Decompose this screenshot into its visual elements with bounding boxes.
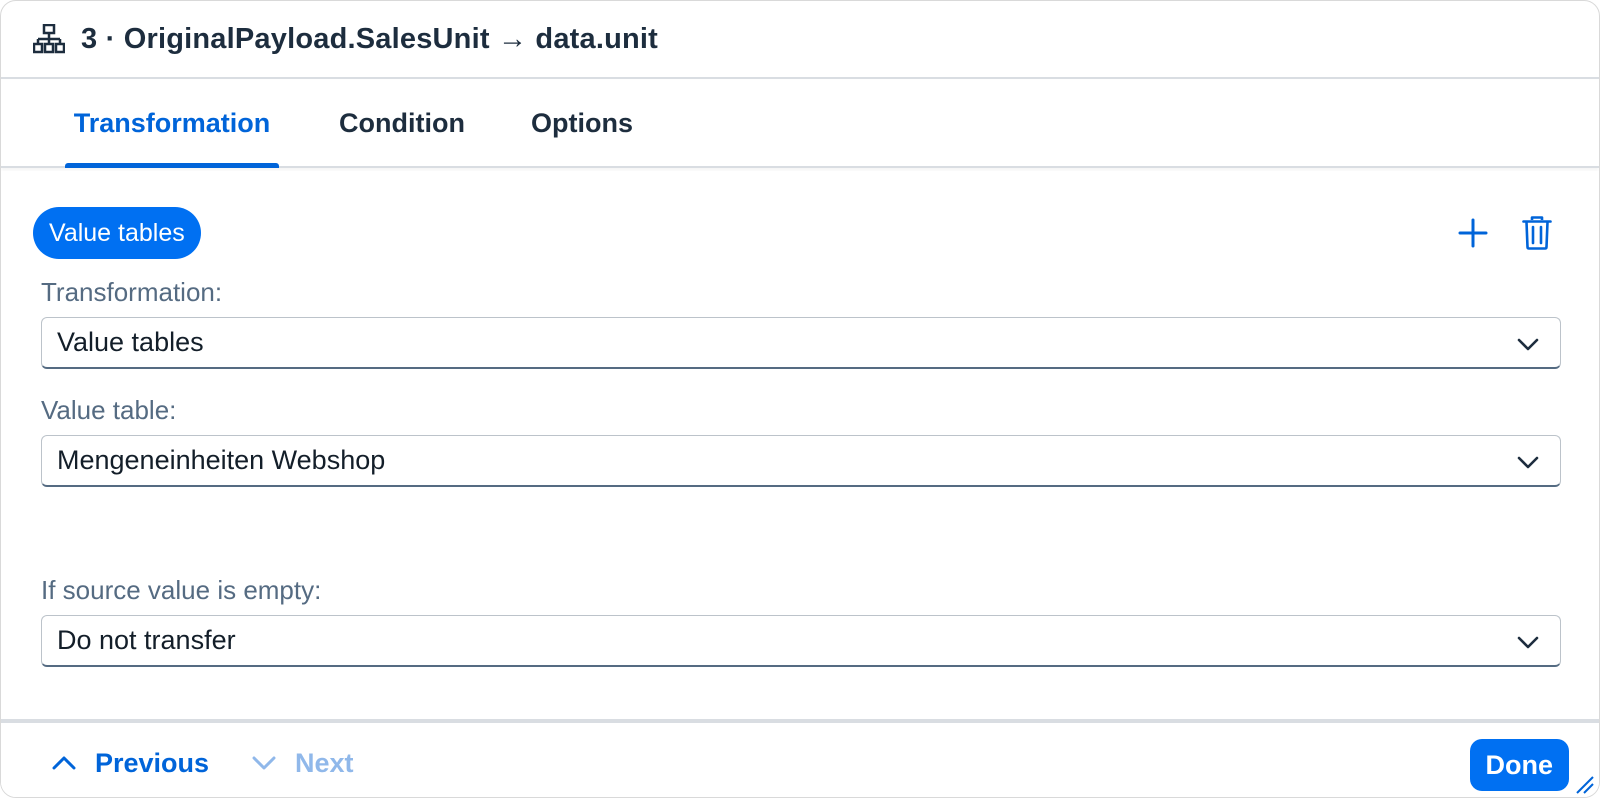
previous-button[interactable]: Previous xyxy=(51,741,209,785)
transformation-panel: Value tables Transformation: Value table… xyxy=(1,171,1599,719)
transformation-select[interactable]: Value tables xyxy=(41,317,1561,369)
previous-button-label: Previous xyxy=(95,747,210,778)
next-button-label: Next xyxy=(295,747,354,778)
plus-icon xyxy=(1458,218,1488,248)
value-table-select-value: Mengeneinheiten Webshop xyxy=(57,445,386,475)
dialog-footer: Previous Next Done xyxy=(1,719,1599,797)
value-tables-chip[interactable]: Value tables xyxy=(33,207,201,259)
resize-handle-icon[interactable] xyxy=(1573,773,1595,795)
tab-bar: Transformation Condition Options xyxy=(1,80,1599,168)
chevron-up-icon xyxy=(52,756,76,770)
mapping-dialog: 3 · OriginalPayload.SalesUnit → data.uni… xyxy=(0,0,1600,798)
dialog-title: 3 · OriginalPayload.SalesUnit → data.uni… xyxy=(81,22,659,55)
add-button[interactable] xyxy=(1449,209,1497,257)
transformation-select-value: Value tables xyxy=(57,327,204,357)
trash-icon xyxy=(1522,216,1552,250)
done-button[interactable]: Done xyxy=(1469,739,1569,791)
dialog-header: 3 · OriginalPayload.SalesUnit → data.uni… xyxy=(1,1,1599,79)
delete-button[interactable] xyxy=(1513,209,1561,257)
if-empty-label: If source value is empty: xyxy=(41,575,322,605)
value-table-select[interactable]: Mengeneinheiten Webshop xyxy=(41,435,1561,487)
tab-condition-label: Condition xyxy=(339,107,465,138)
tab-options[interactable]: Options xyxy=(523,80,641,166)
hierarchy-icon xyxy=(32,23,66,54)
chevron-down-icon xyxy=(1517,338,1539,351)
tab-options-label: Options xyxy=(531,107,633,138)
chevron-down-icon xyxy=(252,756,276,770)
tab-transformation[interactable]: Transformation xyxy=(65,80,279,168)
transformation-label: Transformation: xyxy=(41,277,223,307)
chevron-down-icon xyxy=(1517,456,1539,469)
tab-transformation-label: Transformation xyxy=(73,107,271,138)
next-button[interactable]: Next xyxy=(251,741,354,785)
active-tab-indicator xyxy=(65,163,279,168)
if-empty-select[interactable]: Do not transfer xyxy=(41,615,1561,667)
value-table-label: Value table: xyxy=(41,395,177,425)
if-empty-select-value: Do not transfer xyxy=(57,625,236,655)
tab-condition[interactable]: Condition xyxy=(331,80,473,166)
chevron-down-icon xyxy=(1517,636,1539,649)
